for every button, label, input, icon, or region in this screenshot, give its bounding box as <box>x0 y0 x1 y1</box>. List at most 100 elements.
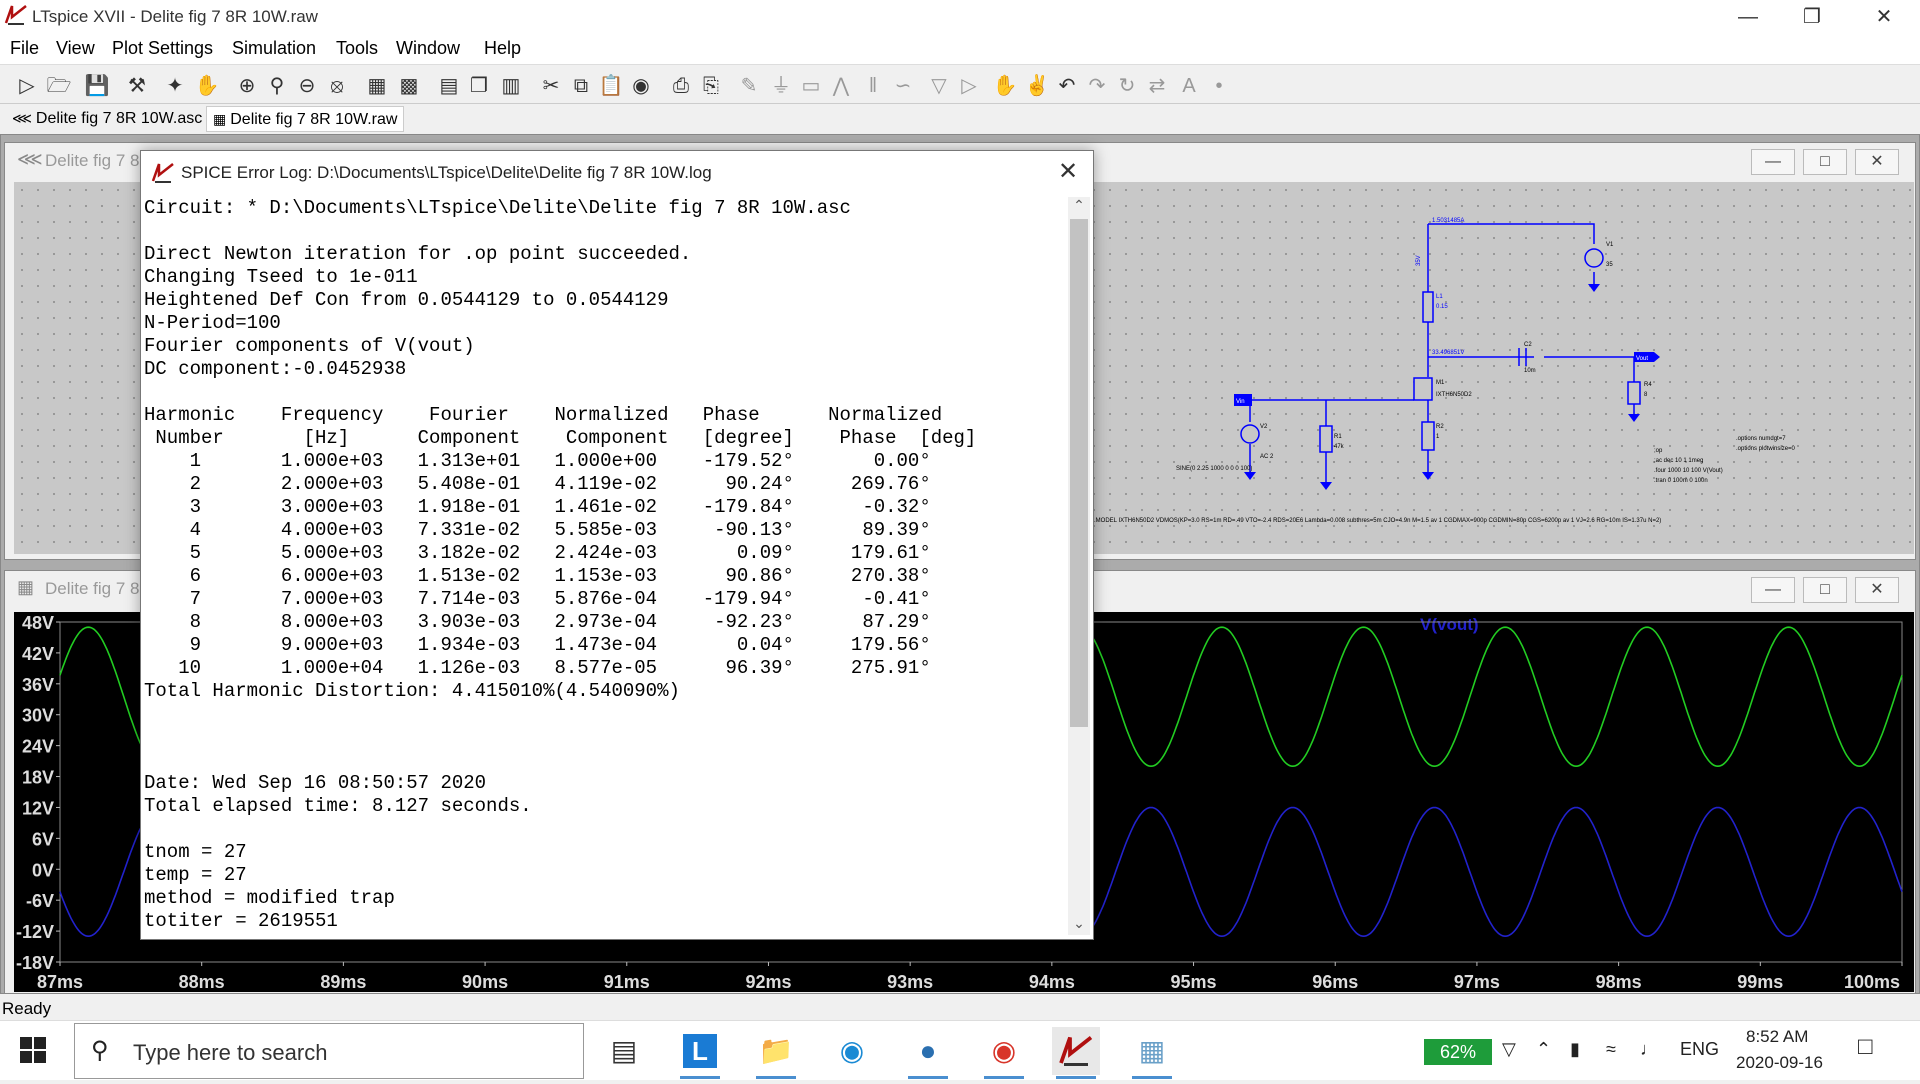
battery-percent[interactable]: 62% <box>1424 1039 1492 1065</box>
open-icon[interactable]: 🗁 <box>46 73 72 99</box>
log-line: Total elapsed time: 8.127 seconds. <box>144 795 532 817</box>
scroll-down-icon[interactable]: ⌄ <box>1068 915 1090 935</box>
log-text[interactable]: Circuit: * D:\Documents\LTspice\Delite\D… <box>144 197 1066 935</box>
schematic-minimize-button[interactable]: — <box>1751 149 1795 175</box>
wifi-icon[interactable]: ≈ <box>1606 1039 1616 1060</box>
tile-vertical-icon[interactable]: ▥ <box>498 73 524 99</box>
close-button[interactable]: ✕ <box>1856 0 1912 34</box>
status-text: Ready <box>2 999 52 1018</box>
menu-plot-settings[interactable]: Plot Settings <box>112 38 213 59</box>
mark-unused-icon[interactable]: ▩ <box>396 73 422 99</box>
wire-icon[interactable]: ✎ <box>736 73 762 99</box>
clock-date[interactable]: 2020-09-16 <box>1736 1053 1823 1073</box>
drag-icon[interactable]: ✌ <box>1024 73 1050 99</box>
battery-icon[interactable]: ▮ <box>1570 1039 1580 1060</box>
notification-icon[interactable]: □ <box>1858 1033 1873 1061</box>
r4-label: R4 <box>1644 382 1652 388</box>
plot-minimize-button[interactable]: — <box>1751 577 1795 603</box>
print-icon[interactable]: ⎙ <box>668 73 694 99</box>
speaker-icon[interactable]: ♩ <box>1640 1039 1658 1060</box>
tab-schematic[interactable]: ⋘ Delite fig 7 8R 10W.asc <box>6 106 208 132</box>
copy-icon[interactable]: ⧉ <box>568 73 594 99</box>
ground-icon[interactable]: ⏚ <box>768 73 794 99</box>
x-tick-label: 93ms <box>887 972 933 992</box>
mic-icon[interactable]: ▽ <box>1502 1039 1516 1060</box>
rotate-icon[interactable]: ↻ <box>1114 73 1140 99</box>
plot-close-button[interactable]: ✕ <box>1855 577 1899 603</box>
label-net-icon[interactable]: ▭ <box>798 73 824 99</box>
taskbar-search[interactable]: ⚲ Type here to search <box>74 1023 584 1079</box>
menu-tools[interactable]: Tools <box>336 38 378 59</box>
task-view-icon[interactable]: ▤ <box>600 1027 648 1075</box>
thunderbird-icon[interactable]: ● <box>904 1027 952 1079</box>
save-icon[interactable]: 💾 <box>84 73 110 99</box>
plot-maximize-button[interactable]: □ <box>1803 577 1847 603</box>
clock-time[interactable]: 8:52 AM <box>1746 1027 1808 1047</box>
cut-icon[interactable]: ✂ <box>538 73 564 99</box>
spice-directive-icon[interactable]: • <box>1206 73 1232 99</box>
menu-file[interactable]: File <box>10 38 39 59</box>
l1-label: L1 <box>1436 294 1443 300</box>
component-icon[interactable]: ▷ <box>956 73 982 99</box>
window-title: LTspice XVII - Delite fig 7 8R 10W.raw <box>32 7 318 26</box>
zoom-in-icon[interactable]: ⊕ <box>234 73 260 99</box>
restore-button[interactable]: ❐ <box>1784 0 1840 34</box>
trace-label[interactable]: V(vout) <box>1420 615 1479 634</box>
notes-app-icon[interactable]: ▦ <box>1128 1027 1176 1079</box>
spice-error-log-dialog[interactable]: SPICE Error Log: D:\Documents\LTspice\De… <box>140 150 1094 940</box>
sine-source-label: SINE(0 2.25 1000 0 0 0 100) <box>1176 466 1252 472</box>
y-tick-label: 30V <box>22 706 54 726</box>
chevron-up-icon[interactable]: ⌃ <box>1536 1039 1551 1060</box>
print-setup-icon[interactable]: ⎘ <box>698 73 724 99</box>
control-panel-icon[interactable]: ⚒ <box>124 73 150 99</box>
pan-icon[interactable]: ✋ <box>194 73 220 99</box>
find-icon[interactable]: ◉ <box>628 73 654 99</box>
schematic-maximize-button[interactable]: □ <box>1803 149 1847 175</box>
tile-horizontal-icon[interactable]: ▤ <box>436 73 462 99</box>
capacitor-icon[interactable]: ‖ <box>860 73 886 99</box>
edge-icon[interactable]: ◉ <box>828 1027 876 1075</box>
file-explorer-icon[interactable]: 📁 <box>752 1027 800 1079</box>
windows-start-icon[interactable] <box>20 1037 46 1063</box>
scroll-thumb[interactable] <box>1070 219 1088 727</box>
lt-app-icon[interactable]: L <box>676 1027 724 1079</box>
tab-schematic-label: Delite fig 7 8R 10W.asc <box>35 110 203 127</box>
run-icon[interactable]: ✦ <box>162 73 188 99</box>
tran-directive: .tran 0 100m 0 100n <box>1654 478 1708 484</box>
undo-icon[interactable]: ↶ <box>1054 73 1080 99</box>
menu-simulation[interactable]: Simulation <box>232 38 316 59</box>
diode-icon[interactable]: ▽ <box>926 73 952 99</box>
move-icon[interactable]: ✋ <box>992 73 1018 99</box>
tab-waveform[interactable]: ▦ Delite fig 7 8R 10W.raw <box>206 106 405 132</box>
log-line: Direct Newton iteration for .op point su… <box>144 243 692 265</box>
zoom-full-icon[interactable]: ⚲ <box>264 73 290 99</box>
log-scrollbar[interactable]: ⌃ ⌄ <box>1068 197 1090 935</box>
zoom-cancel-icon[interactable]: ⦻ <box>324 73 350 99</box>
autorange-icon[interactable]: ▦ <box>364 73 390 99</box>
log-line: N-Period=100 <box>144 312 281 334</box>
new-icon[interactable]: ▷ <box>14 73 40 99</box>
menu-view[interactable]: View <box>56 38 95 59</box>
text-icon[interactable]: A <box>1176 73 1202 99</box>
menu-window[interactable]: Window <box>396 38 460 59</box>
zoom-out-icon[interactable]: ⊖ <box>294 73 320 99</box>
inductor-icon[interactable]: ∽ <box>890 73 916 99</box>
minimize-button[interactable]: — <box>1720 0 1776 34</box>
ltspice-task-icon[interactable] <box>1052 1027 1100 1079</box>
redo-icon[interactable]: ↷ <box>1084 73 1110 99</box>
schematic-icon: ⋘ <box>12 110 32 126</box>
schematic-close-button[interactable]: ✕ <box>1855 149 1899 175</box>
x-tick-label: 87ms <box>37 972 83 992</box>
resistor-icon[interactable]: ⋀ <box>828 73 854 99</box>
cascade-icon[interactable]: ❐ <box>466 73 492 99</box>
x-tick-label: 94ms <box>1029 972 1075 992</box>
menu-help[interactable]: Help <box>484 38 521 59</box>
paste-icon[interactable]: 📋 <box>598 73 624 99</box>
y-tick-label: 0V <box>32 860 54 880</box>
language-indicator[interactable]: ENG <box>1680 1039 1719 1060</box>
dialog-close-button[interactable]: ✕ <box>1053 157 1083 187</box>
mirror-icon[interactable]: ⇄ <box>1144 73 1170 99</box>
chrome-icon[interactable]: ◉ <box>980 1027 1028 1079</box>
scroll-up-icon[interactable]: ⌃ <box>1068 197 1090 217</box>
